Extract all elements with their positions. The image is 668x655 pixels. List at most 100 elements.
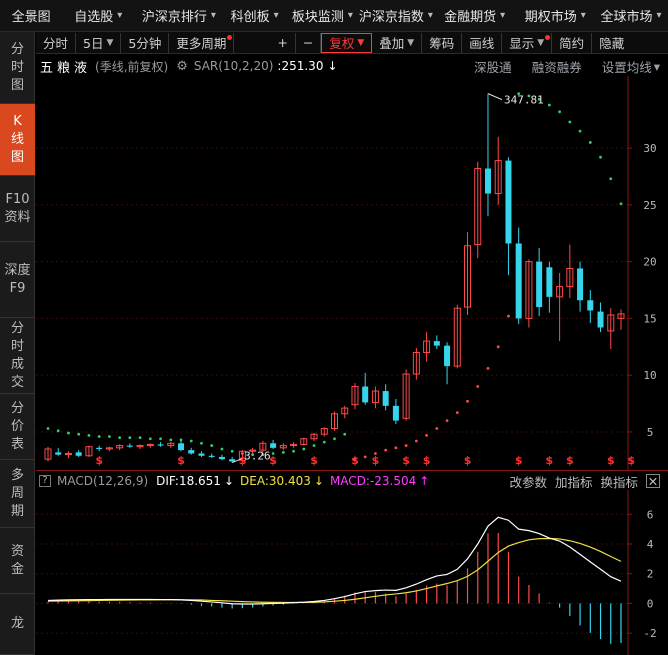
- sar-dot: [118, 436, 122, 440]
- simple-mode-button[interactable]: 简约: [552, 32, 593, 53]
- candle-body: [577, 268, 584, 301]
- display-label: 显示: [509, 36, 535, 51]
- candle-body: [546, 267, 553, 297]
- sidebar-tab[interactable]: 分价表: [0, 394, 35, 460]
- more-period-button[interactable]: 更多周期: [169, 32, 235, 53]
- sidebar-tab[interactable]: 资金: [0, 528, 35, 594]
- help-icon[interactable]: ?: [39, 474, 51, 487]
- chart-link[interactable]: 融资融券: [532, 57, 582, 76]
- candle-body: [270, 443, 277, 448]
- period-fenshi-button[interactable]: 分时: [36, 32, 77, 53]
- candle-body: [515, 243, 522, 319]
- sar-dot: [476, 385, 480, 388]
- y-tick-label: 2: [647, 568, 654, 581]
- hide-button[interactable]: 隐藏: [592, 33, 631, 53]
- sidebar-tab[interactable]: F10资料: [0, 176, 35, 242]
- candle-body: [126, 445, 133, 447]
- chip-button[interactable]: 筹码: [422, 32, 463, 53]
- top-menu-item[interactable]: 科创板 ▾: [224, 0, 286, 31]
- chart-link[interactable]: 深股通: [474, 57, 512, 76]
- notification-dot-icon: [545, 34, 551, 40]
- sar-dot: [384, 448, 388, 452]
- fuquan-label: 复权: [329, 36, 355, 51]
- top-menu-item[interactable]: 板块监测 ▾: [286, 0, 359, 31]
- sidebar-tab-label: 分价表: [10, 400, 24, 452]
- hide-label: 隐藏: [599, 36, 625, 51]
- sar-dot: [609, 177, 613, 181]
- top-menu-item[interactable]: 全球市场 ▾: [594, 0, 668, 31]
- kline-chart[interactable]: 51015202530$ $ $ $ $ $ $ $ $ $ $ $ $ $ $347.813.26: [36, 76, 668, 470]
- candle-body: [218, 456, 225, 460]
- fuquan-button[interactable]: 复权 ▼: [321, 32, 373, 53]
- candle-body: [229, 459, 236, 462]
- sidebar-tab[interactable]: 分时成交: [0, 318, 35, 394]
- notification-dot-icon: [227, 34, 233, 40]
- top-menu-item[interactable]: 自选股 ▾: [62, 0, 134, 31]
- stock-name: 五粮液: [40, 60, 92, 76]
- dea-value: 30.403: [268, 473, 311, 488]
- chart-header: 五粮液 (季线,前复权) ⚙ SAR(10,2,20) :251.30 ↓ 深股…: [36, 56, 668, 76]
- chevron-down-icon: ▾: [656, 10, 662, 21]
- sidebar-tab[interactable]: 分时图: [0, 32, 35, 104]
- indicator-name: SAR(10,2,20): [193, 59, 274, 73]
- sidebar-tab-label: 多周期: [10, 467, 24, 519]
- period-5day-button[interactable]: 5日 ▼: [76, 32, 122, 53]
- macd-link[interactable]: 加指标: [555, 472, 593, 491]
- period-5min-button[interactable]: 5分钟: [121, 32, 170, 53]
- chevron-down-icon: ▾: [117, 10, 123, 21]
- top-menu-item[interactable]: 金融期货 ▾: [433, 0, 517, 31]
- macd-label: MACD:: [329, 473, 370, 488]
- y-tick-label: 5: [647, 426, 654, 439]
- chart-link[interactable]: 设置均线: [602, 57, 652, 76]
- macd-chart[interactable]: 6 4 2 0 -2: [36, 490, 668, 655]
- top-menu-item[interactable]: 全景图: [0, 0, 62, 31]
- candle-body: [178, 443, 185, 451]
- plus-icon: +: [277, 35, 288, 50]
- gear-icon[interactable]: ⚙: [176, 59, 188, 74]
- arrow-up-icon: ↑: [419, 473, 430, 488]
- overlay-button[interactable]: 叠加 ▼: [372, 32, 423, 53]
- sar-dot: [210, 444, 214, 447]
- sidebar-tab[interactable]: 深度F9: [0, 242, 35, 318]
- simple-mode-label: 简约: [559, 36, 585, 51]
- signal-marker-icon: $: [402, 454, 410, 467]
- display-button[interactable]: 显示 ▼: [502, 32, 553, 53]
- sar-dot: [619, 202, 623, 206]
- candle-body: [208, 455, 215, 457]
- macd-value: -23.504: [369, 473, 417, 488]
- zoom-in-button[interactable]: +: [270, 32, 296, 53]
- candle-body: [597, 311, 604, 328]
- sidebar-tab[interactable]: 多周期: [0, 460, 35, 528]
- sar-dot: [312, 444, 316, 447]
- min-price-label: 3.26: [244, 450, 271, 463]
- candle-body: [362, 386, 369, 403]
- sar-dot: [568, 120, 572, 124]
- y-tick-label: 15: [643, 312, 656, 325]
- sidebar-tab-label: 龙: [10, 616, 24, 631]
- arrow-down-icon: ↓: [327, 59, 338, 73]
- sidebar-tab[interactable]: 龙: [0, 594, 35, 655]
- top-menu-item[interactable]: 沪深京指数 ▾: [359, 0, 433, 31]
- macd-link[interactable]: 改参数: [509, 472, 547, 491]
- macd-link[interactable]: 换指标: [600, 472, 638, 491]
- draw-line-button[interactable]: 画线: [462, 32, 503, 53]
- sidebar-tab[interactable]: K线图: [0, 104, 35, 176]
- y-tick-label: 0: [647, 597, 654, 610]
- sar-dot: [292, 449, 295, 453]
- sar-dot: [138, 436, 142, 440]
- y-tick-label: 20: [643, 256, 656, 269]
- signal-marker-icon: $: [546, 454, 554, 467]
- zoom-out-button[interactable]: −: [296, 32, 322, 53]
- sar-dot: [322, 440, 326, 444]
- dif-label: DIF:: [156, 473, 179, 488]
- sar-dot: [302, 447, 306, 451]
- sidebar-tab-label: F10资料: [4, 191, 31, 225]
- period-5day-label: 5日: [83, 36, 104, 51]
- top-menu-label: 全景图: [11, 10, 51, 25]
- top-menu-item[interactable]: 沪深京排行 ▾: [134, 0, 223, 31]
- close-icon[interactable]: ✕: [646, 474, 660, 489]
- signal-marker-icon: $: [351, 454, 359, 467]
- sar-dot: [486, 366, 490, 370]
- top-menu-item[interactable]: 期权市场 ▾: [516, 0, 594, 31]
- chevron-down-icon: ▾: [653, 58, 660, 74]
